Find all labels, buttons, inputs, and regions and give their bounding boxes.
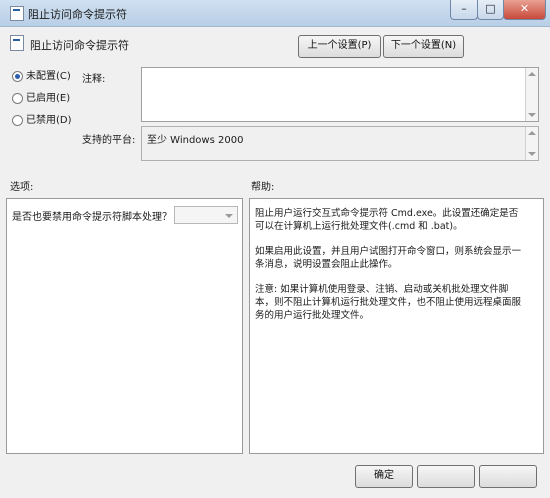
scroll-down-icon[interactable] <box>528 152 536 156</box>
policy-icon <box>10 6 24 21</box>
options-label: 选项: <box>10 182 34 193</box>
next-setting-button[interactable]: 下一个设置(N) <box>383 35 464 58</box>
ok-button[interactable]: 确定 <box>355 465 413 488</box>
radio-button[interactable] <box>12 115 23 126</box>
setting-icon <box>10 35 24 51</box>
scroll-up-icon[interactable] <box>528 72 536 76</box>
script-processing-dropdown[interactable] <box>174 206 238 224</box>
help-label: 帮助: <box>251 182 275 193</box>
radio-label: 已启用(E) <box>26 93 71 104</box>
minimize-button[interactable]: – <box>450 0 478 20</box>
scroll-down-icon[interactable] <box>528 113 536 117</box>
previous-setting-button[interactable]: 上一个设置(P) <box>298 35 381 58</box>
maximize-button[interactable]: □ <box>477 0 504 20</box>
window-title: 阻止访问命令提示符 <box>28 8 127 21</box>
radio-label: 未配置(C) <box>26 71 71 82</box>
platform-field: 至少 Windows 2000 <box>141 126 539 161</box>
option-question: 是否也要禁用命令提示符脚本处理？ <box>12 212 172 223</box>
comment-textarea[interactable] <box>141 67 539 122</box>
radio-button[interactable] <box>12 93 23 104</box>
title-bar: 阻止访问命令提示符 – □ ✕ <box>0 0 550 27</box>
apply-button[interactable] <box>479 465 537 488</box>
platform-label: 支持的平台: <box>82 135 136 146</box>
help-paragraph: 注意: 如果计算机使用登录、注销、启动或关机批处理文件脚本，则不阻止计算机运行批… <box>255 284 522 321</box>
cancel-button[interactable] <box>417 465 475 488</box>
help-panel: 阻止用户运行交互式命令提示符 Cmd.exe。此设置还确定是否可以在计算机上运行… <box>249 198 544 454</box>
platform-scrollbar[interactable] <box>525 127 538 160</box>
scroll-up-icon[interactable] <box>528 131 536 135</box>
radio-label: 已禁用(D) <box>26 115 72 126</box>
comment-scrollbar[interactable] <box>525 68 538 121</box>
close-button[interactable]: ✕ <box>503 0 546 20</box>
help-paragraph: 如果启用此设置，并且用户试图打开命令窗口，则系统会显示一条消息，说明设置会阻止此… <box>255 246 522 270</box>
setting-title: 阻止访问命令提示符 <box>30 39 129 52</box>
comment-label: 注释: <box>82 74 106 85</box>
help-paragraph: 阻止用户运行交互式命令提示符 Cmd.exe。此设置还确定是否可以在计算机上运行… <box>255 208 519 232</box>
radio-button[interactable] <box>12 71 23 82</box>
chevron-down-icon[interactable] <box>225 214 233 218</box>
options-panel: 是否也要禁用命令提示符脚本处理？ <box>6 198 243 454</box>
platform-value: 至少 Windows 2000 <box>147 135 244 146</box>
